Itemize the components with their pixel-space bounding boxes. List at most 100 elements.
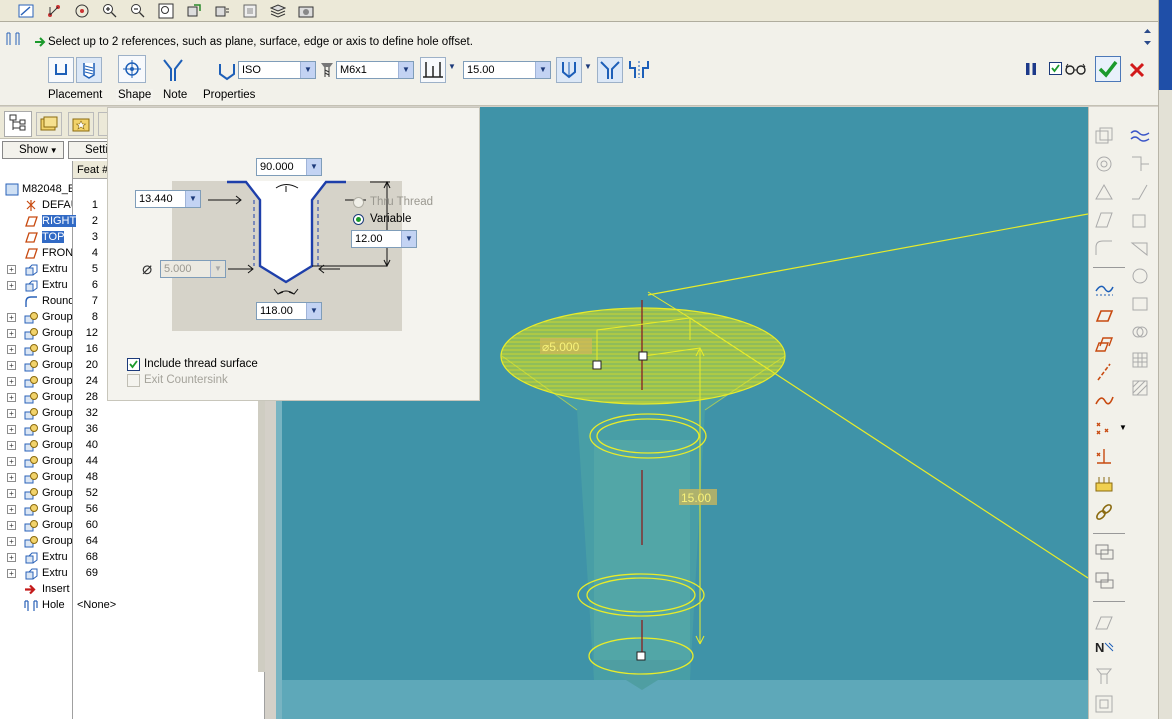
chevron-down-icon[interactable]: ▼ [300, 62, 315, 78]
tree-row[interactable]: + Group 36 [0, 422, 265, 438]
tree-row[interactable]: + Group 44 [0, 454, 265, 470]
analysis-icon[interactable] [1093, 473, 1115, 495]
chevron-down-icon[interactable]: ▼ [535, 62, 550, 78]
copy-icon[interactable] [1093, 541, 1115, 563]
tree-row[interactable]: + Group 52 [0, 486, 265, 502]
blend-icon[interactable] [1129, 181, 1151, 203]
mirror-icon[interactable] [1129, 293, 1151, 315]
hole-note-icon[interactable] [1093, 665, 1115, 687]
include-thread-checkbox[interactable] [127, 358, 140, 371]
favorites-tab-icon[interactable] [68, 112, 94, 136]
tapered-hole-button[interactable] [160, 57, 186, 83]
tab-shape[interactable]: Shape [116, 89, 154, 101]
standard-hole-button[interactable] [76, 57, 102, 83]
chain-link-icon[interactable] [1093, 501, 1115, 523]
tree-row[interactable]: + Group 32 [0, 406, 265, 422]
model-tree-tab-icon[interactable] [4, 111, 32, 137]
chevron-down-icon[interactable]: ▼ [1119, 423, 1127, 432]
depth-dimension-label[interactable]: 15.00 [681, 491, 711, 505]
pattern-icon[interactable] [1129, 265, 1151, 287]
paste-icon[interactable] [1093, 569, 1115, 591]
tree-row[interactable]: Hole <None> [0, 598, 265, 614]
tree-row[interactable]: + Group 48 [0, 470, 265, 486]
variable-radio[interactable] [353, 214, 364, 225]
chevron-down-icon[interactable]: ▼ [306, 159, 321, 175]
screw-size-select[interactable]: M6x1 ▼ [336, 61, 414, 79]
expand-icon[interactable]: + [7, 489, 16, 498]
counterbore-button[interactable] [627, 57, 653, 83]
tree-row[interactable]: + Group 40 [0, 438, 265, 454]
reorient-icon[interactable] [184, 1, 204, 20]
chevron-down-icon[interactable]: ▼ [185, 191, 200, 207]
shell-surface-icon[interactable] [1093, 611, 1115, 633]
datum-axis-icon[interactable] [1093, 361, 1115, 383]
thread-depth-select[interactable]: 12.00 ▼ [351, 230, 417, 248]
settings-button[interactable]: Setti [68, 141, 108, 159]
accept-button[interactable] [1095, 56, 1121, 82]
cancel-icon[interactable] [1127, 60, 1147, 83]
depth-option-button[interactable] [420, 57, 446, 83]
datum-curve-icon[interactable] [1093, 389, 1115, 411]
expand-icon[interactable]: + [7, 361, 16, 370]
orient-icon[interactable] [72, 1, 92, 20]
expand-icon[interactable]: + [7, 553, 16, 562]
expand-icon[interactable]: + [7, 441, 16, 450]
expand-icon[interactable]: + [7, 393, 16, 402]
expand-icon[interactable]: + [7, 329, 16, 338]
style-icon[interactable] [1129, 125, 1151, 147]
warp-icon[interactable] [1129, 237, 1151, 259]
show-button[interactable]: Show ▼ [2, 141, 64, 159]
tree-row[interactable]: + Group 64 [0, 534, 265, 550]
expand-icon[interactable]: + [7, 505, 16, 514]
spin-center-icon[interactable] [44, 1, 64, 20]
countersink-diameter-select[interactable]: 13.440 ▼ [135, 190, 201, 208]
chevron-down-icon[interactable]: ▼ [401, 231, 416, 247]
expand-icon[interactable]: + [7, 313, 16, 322]
datum-csys-icon[interactable] [1093, 445, 1115, 467]
chevron-down-icon[interactable]: ▼ [584, 62, 592, 71]
placement-handle[interactable] [638, 351, 648, 361]
sketch-profile-button[interactable] [118, 55, 146, 83]
tree-row[interactable]: + Group 56 [0, 502, 265, 518]
rib-icon[interactable] [1093, 181, 1115, 203]
merge-icon[interactable] [1129, 321, 1151, 343]
grid-icon[interactable] [1129, 349, 1151, 371]
hole-feature-icon[interactable] [1093, 125, 1115, 147]
view-manager-icon[interactable] [240, 1, 260, 20]
offset-plane-icon[interactable] [1093, 333, 1115, 355]
depth-handle[interactable] [636, 651, 646, 661]
refit-icon[interactable] [156, 1, 176, 20]
expand-icon[interactable]: + [7, 345, 16, 354]
zoom-out-icon[interactable] [128, 1, 148, 20]
frame-icon[interactable] [1093, 693, 1115, 715]
countersink-angle-select[interactable]: 90.000 ▼ [256, 158, 322, 176]
message-scroll[interactable] [1141, 25, 1154, 49]
draft-icon[interactable] [1093, 209, 1115, 231]
sweep-icon[interactable] [1129, 153, 1151, 175]
depth-value-select[interactable]: 15.00 ▼ [463, 61, 551, 79]
expand-icon[interactable]: + [7, 537, 16, 546]
standard-select[interactable]: ISO ▼ [238, 61, 316, 79]
pause-icon[interactable] [1024, 62, 1038, 79]
folder-browser-tab-icon[interactable] [36, 112, 62, 136]
expand-icon[interactable]: + [7, 457, 16, 466]
hatch-icon[interactable] [1129, 377, 1151, 399]
expand-icon[interactable]: + [7, 425, 16, 434]
diameter-dimension-label[interactable]: ⌀5.000 [542, 340, 580, 354]
tab-properties[interactable]: Properties [203, 89, 255, 101]
appearance-icon[interactable] [296, 1, 316, 20]
expand-icon[interactable]: + [7, 569, 16, 578]
drill-angle-select[interactable]: 118.00 ▼ [256, 302, 322, 320]
round-tool-icon[interactable] [1093, 237, 1115, 259]
expand-icon[interactable]: + [7, 265, 16, 274]
annotation-icon[interactable]: N [1093, 637, 1115, 659]
tree-row[interactable]: + Extru 68 [0, 550, 265, 566]
expand-icon[interactable]: + [7, 409, 16, 418]
datum-point-icon[interactable] [1093, 417, 1115, 439]
countersink-button[interactable] [597, 57, 623, 83]
boundary-icon[interactable] [1129, 209, 1151, 231]
tree-row[interactable]: Insert [0, 582, 265, 598]
zoom-in-icon[interactable] [100, 1, 120, 20]
shell-icon[interactable] [1093, 153, 1115, 175]
preview-checkbox[interactable] [1049, 62, 1062, 75]
